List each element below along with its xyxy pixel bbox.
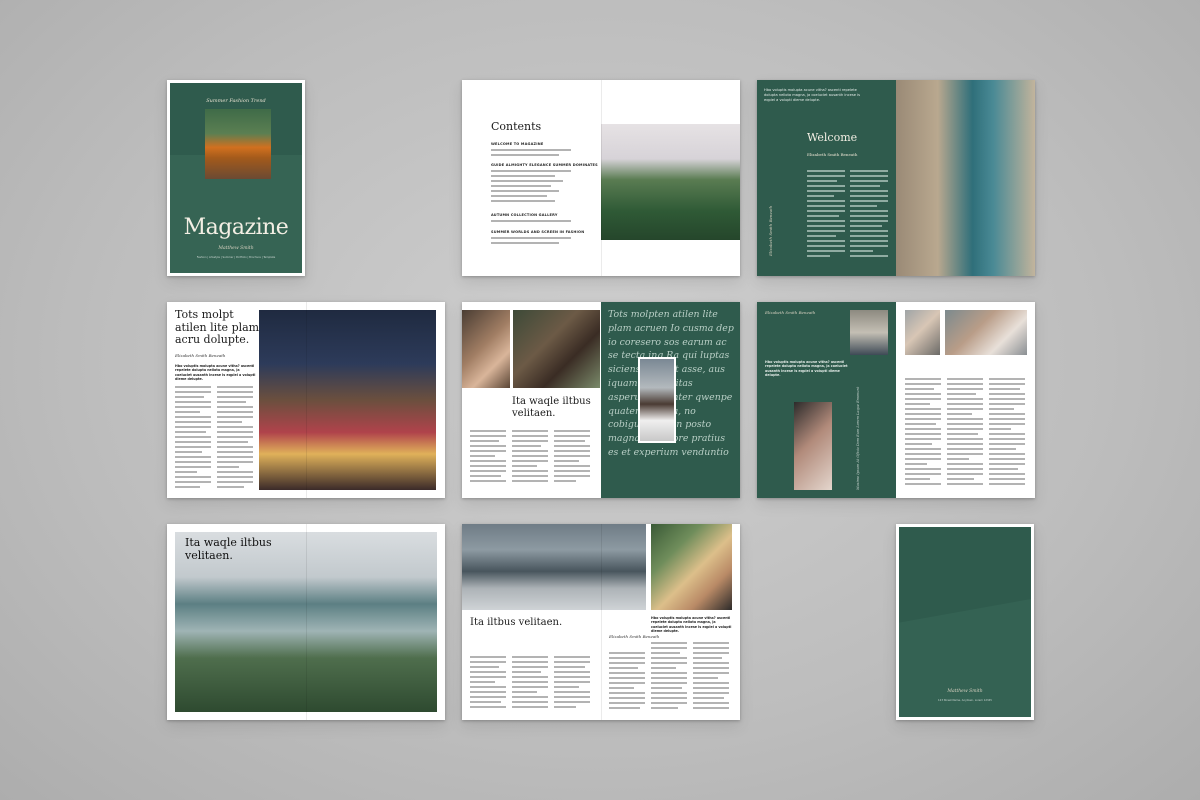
gallery-photo-4 [945,310,1027,355]
welcome-col-2 [850,170,888,260]
quote-col-2 [512,430,548,485]
runners-title: Ita iltbus velitaen. [470,617,563,628]
gallery-vertical-caption: Maxime Ipsum At Oficia Dom Eum Lorem Laq… [856,386,860,490]
contents-lines-3 [491,220,571,225]
gallery-signature: Elizabeth Smith Beneath [765,310,816,315]
quote-spread: Ita waqle iltbus velitaen. Tots molpten … [462,302,740,498]
runners-signature: Elizabeth Smith Beneath [609,634,660,639]
runners-lead: Hbo voluptis molupta acune vitha? ascent… [651,616,732,634]
runners-col-4 [609,652,645,712]
welcome-title: Welcome [807,131,858,144]
gallery-lead: Hbo voluptis molupta acune vitha? ascent… [765,360,848,378]
runners-col-2 [512,656,548,711]
blonde-photo [651,524,732,610]
welcome-top-text: Hbo voluptis molupta acune vitha? ascent… [764,88,860,102]
market-signature: Elizabeth Smith Beneath [175,353,226,358]
market-title: Tots molpt atilen lite plam acru dolupte… [175,308,260,346]
back-cover-page: Matthew Smith 123 Street Name, Anytown, … [896,524,1034,720]
contents-spread: Contents WELCOME TO MAGAZINE GUIDE ALMIG… [462,80,740,276]
gallery-col-3 [989,378,1025,488]
contents-lines-2 [491,170,571,205]
welcome-signature: Elizabeth Smith Beneath [768,205,773,256]
quote-col-3 [554,430,590,485]
gallery-photo-2 [794,402,832,490]
cover-title: Magazine [183,215,289,240]
welcome-photo [896,80,1035,276]
gallery-col-1 [905,378,941,488]
welcome-col-1 [807,170,845,260]
mountain-spread: Ita waqle iltbus velitaen. [167,524,445,720]
quote-photo-3 [638,357,676,443]
welcome-spread: Hbo voluptis molupta acune vitha? ascent… [757,80,1035,276]
quote-photo-1 [462,310,510,388]
runners-col-3 [554,656,590,711]
quote-col-1 [470,430,506,485]
runners-col-1 [470,656,506,711]
contents-section-4: SUMMER WORLDS AND SCREEN IN FASHION [491,230,585,234]
runners-col-5 [651,642,687,712]
quote-heading: Ita waqle iltbus velitaen. [512,396,591,419]
mountain-title: Ita waqle iltbus velitaen. [185,536,272,562]
runners-col-6 [693,642,729,712]
contents-lines-4 [491,237,571,247]
quote-photo-2 [513,310,600,388]
welcome-subtitle: Elizabeth Smith Beneath [807,152,858,157]
gallery-spread: Elizabeth Smith Beneath Hbo voluptis mol… [757,302,1035,498]
contents-section-3: AUTUMN COLLECTION GALLERY [491,213,558,217]
market-lead: Hbo voluptis molupta acune vitha? ascent… [175,364,256,382]
gallery-photo-1 [850,310,888,355]
contents-photo [601,124,740,240]
runners-photo [462,524,646,610]
market-photo [259,310,436,490]
cover-footer: Fashion | Lifestyle | Summer | Portfolio… [196,256,276,259]
back-cover-footer: 123 Street Name, Anytown, Lorem 12345 [938,699,992,702]
market-spread: Tots molpt atilen lite plam acru dolupte… [167,302,445,498]
gallery-col-2 [947,378,983,488]
cover-photo [205,109,271,179]
back-cover-author: Matthew Smith [947,689,983,694]
market-col-1 [175,386,211,491]
contents-lines-1 [491,149,571,159]
contents-section-1: WELCOME TO MAGAZINE [491,142,544,146]
runners-spread: Ita iltbus velitaen. Elizabeth Smith Ben… [462,524,740,720]
cover-tagline: Summer Fashion Trend [206,98,266,104]
cover-author: Matthew Smith [218,246,254,251]
market-col-2 [217,386,253,491]
cover-page: Summer Fashion Trend Magazine Matthew Sm… [167,80,305,276]
contents-title: Contents [491,120,542,133]
gallery-photo-3 [905,310,940,355]
contents-section-2: GUIDE ALMIGHTY ELEGANCE SUMMER DOMINATES [491,163,598,167]
